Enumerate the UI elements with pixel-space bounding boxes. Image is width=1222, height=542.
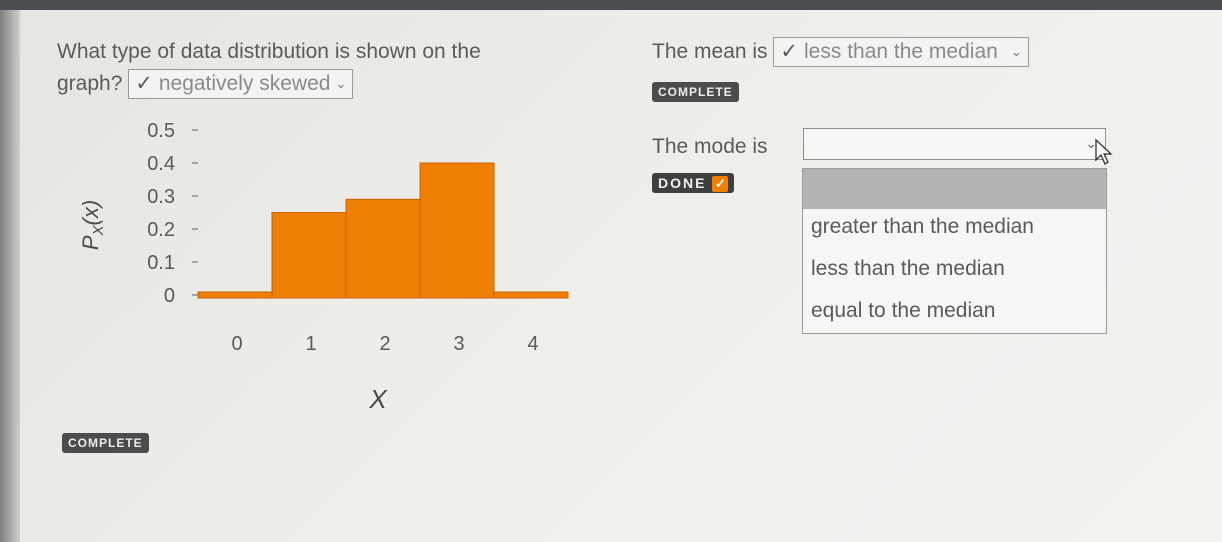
check-icon: ✓ (135, 72, 153, 96)
question1-text: What type of data distribution is shown … (57, 36, 481, 100)
y-tick-label: 0.4 (147, 153, 175, 175)
window-left-edge (0, 10, 20, 542)
chevron-down-icon: ⌄ (335, 76, 347, 92)
x-tick-label: 3 (453, 333, 464, 355)
chart-bars (197, 162, 569, 299)
question2-text: The mean is ✓ less than the median ⌄ (652, 36, 1029, 68)
question2-status-badge: COMPLETE (652, 82, 739, 102)
bar-x-2 (345, 198, 421, 299)
question1-status-badge: COMPLETE (62, 433, 149, 453)
question3-label: The mode is (652, 135, 768, 158)
y-axis-label: PX(x) (78, 200, 107, 250)
x-tick-label: 4 (527, 333, 538, 355)
question1-line2: graph? (57, 72, 123, 95)
mean-select[interactable]: ✓ less than the median ⌄ (773, 37, 1029, 68)
chevron-down-icon: ⌄ (1010, 44, 1022, 60)
bar-x-1 (271, 212, 347, 299)
y-tick-label: 0 (164, 285, 175, 307)
mean-select-value: less than the median (804, 40, 998, 64)
distribution-select-value: negatively skewed (158, 72, 331, 96)
y-axis: 0 0.1 0.2 0.3 0.4 0.5 (147, 120, 198, 307)
dropdown-blank-option[interactable] (803, 169, 1106, 209)
mode-select[interactable]: ⌄ (803, 128, 1106, 160)
x-tick-label: 0 (231, 333, 242, 355)
x-axis-label: X (368, 384, 388, 414)
distribution-chart: 0 0.1 0.2 0.3 0.4 0.5 0 1 2 3 4 PX(x) X (78, 120, 569, 414)
bar-x-4 (493, 291, 569, 299)
done-label: DONE (658, 175, 707, 191)
question3-status-badge: DONE ✓ (652, 173, 735, 193)
option-less-than-median[interactable]: less than the median (811, 257, 1005, 281)
bar-x-3 (419, 162, 495, 299)
y-tick-label: 0.1 (147, 252, 175, 274)
distribution-select[interactable]: ✓ negatively skewed ⌄ (128, 69, 354, 100)
y-tick-label: 0.3 (147, 186, 175, 208)
mode-dropdown-menu[interactable]: greater than the median less than the me… (802, 168, 1107, 334)
option-equal-to-median[interactable]: equal to the median (811, 299, 995, 323)
mouse-cursor-icon (1095, 138, 1113, 165)
check-icon: ✓ (780, 40, 799, 64)
x-axis: 0 1 2 3 4 (231, 333, 538, 355)
y-tick-label: 0.5 (147, 120, 175, 142)
bar-x-0 (197, 291, 273, 299)
window-top-bar (0, 0, 1222, 10)
option-greater-than-median[interactable]: greater than the median (811, 215, 1034, 239)
check-icon: ✓ (712, 176, 729, 192)
x-tick-label: 2 (379, 333, 390, 355)
x-tick-label: 1 (305, 333, 316, 355)
question2-label: The mean is (652, 40, 768, 63)
question1-line1: What type of data distribution is shown … (57, 40, 481, 63)
y-tick-label: 0.2 (147, 219, 175, 241)
